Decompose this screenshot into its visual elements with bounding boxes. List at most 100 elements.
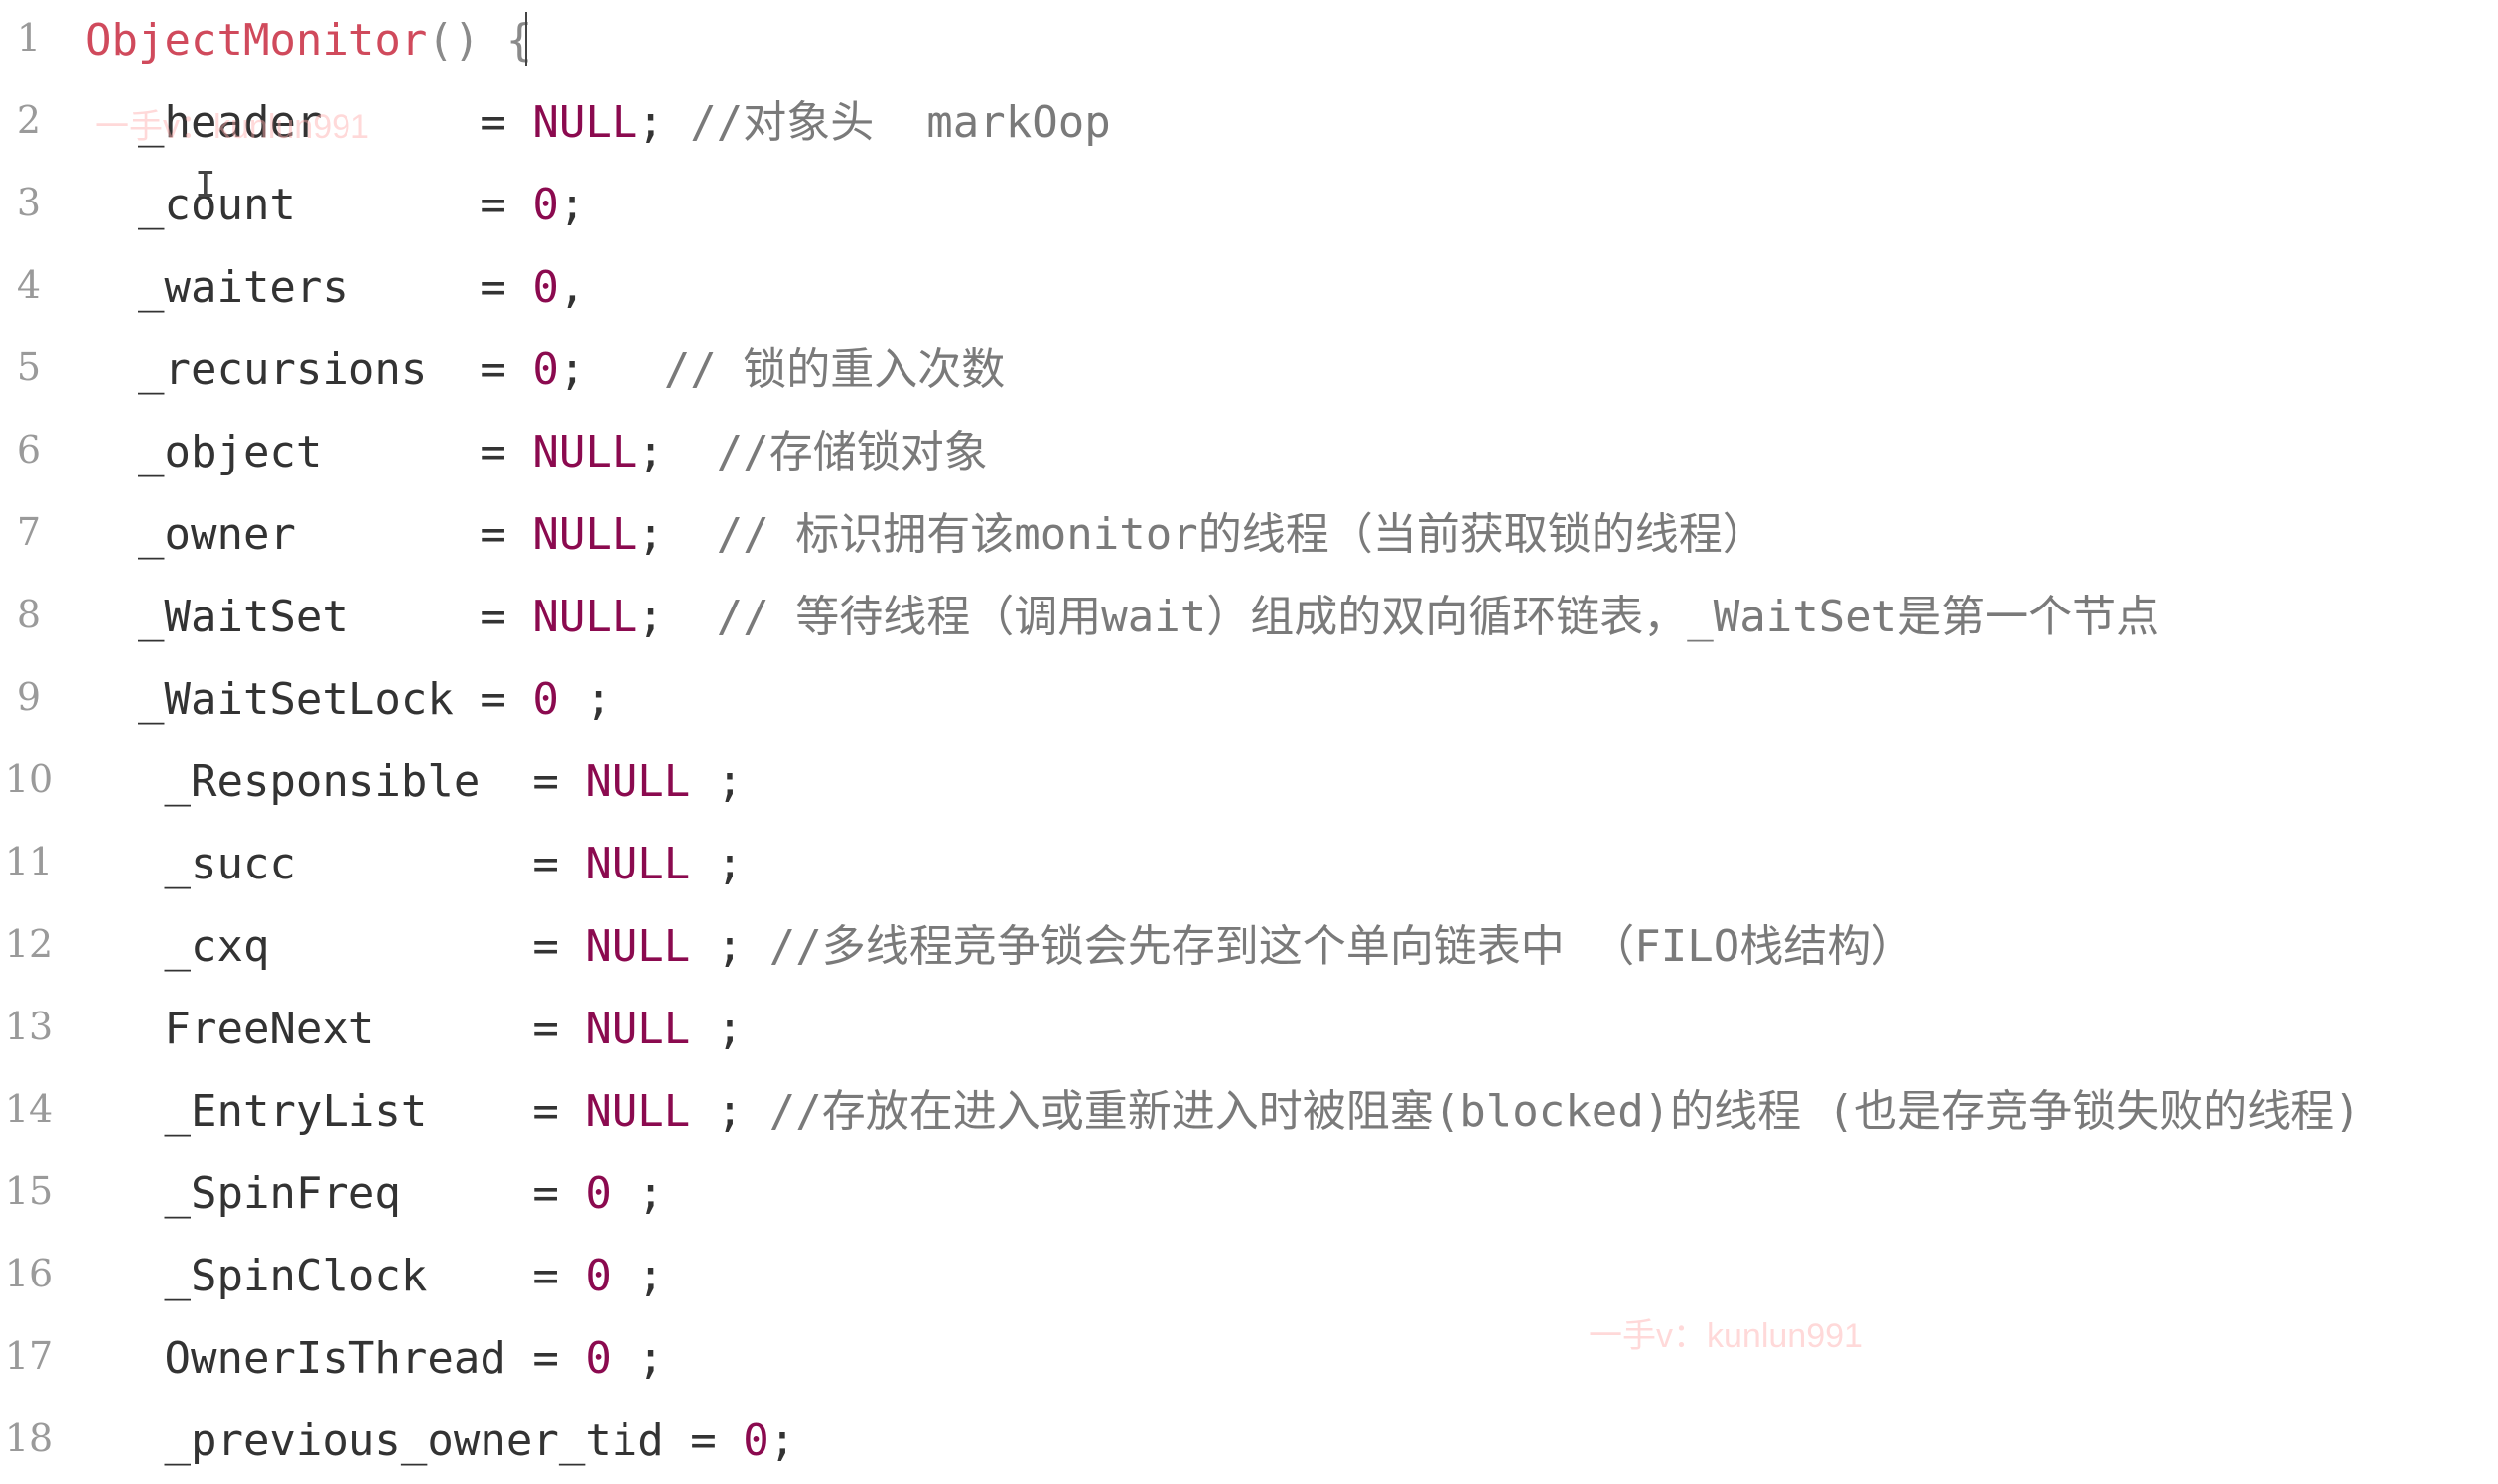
field-name: _cxq	[85, 921, 533, 972]
number-literal: 0	[532, 262, 559, 313]
number-literal: 0	[585, 1168, 612, 1219]
line-number: 16	[4, 1252, 54, 1295]
line-number: 13	[4, 1005, 54, 1048]
code-text: _SpinClock = 0 ;	[85, 1246, 664, 1307]
line-number: 10	[4, 757, 54, 801]
null-keyword: NULL	[585, 921, 691, 972]
field-name: _WaitSet	[85, 592, 481, 642]
null-keyword: NULL	[585, 1004, 691, 1054]
null-keyword: NULL	[532, 97, 638, 148]
line-number: 8	[16, 593, 42, 636]
code-text: OwnerIsThread = 0 ;	[85, 1328, 663, 1390]
line-number: 2	[16, 98, 42, 142]
code-line[interactable]: 7 _owner = NULL; // 标识拥有该monitor的线程（当前获取…	[0, 494, 2498, 578]
code-line[interactable]: 16 _SpinClock = 0 ;	[0, 1236, 2498, 1319]
field-name: _owner	[85, 509, 481, 560]
line-number: 4	[16, 263, 42, 307]
code-text: _recursions = 0; // 锁的重入次数	[85, 339, 1005, 401]
code-text: _previous_owner_tid = 0;	[85, 1411, 795, 1472]
operator: ;	[690, 839, 744, 889]
field-name: _Responsible	[85, 756, 533, 807]
code-editor[interactable]: 1 ObjectMonitor() { 2 _header = NULL; //对象…	[0, 0, 2498, 1481]
code-text: FreeNext = NULL ;	[85, 999, 743, 1060]
null-keyword: NULL	[585, 1086, 691, 1137]
operator: =	[532, 839, 586, 889]
code-line[interactable]: 15 _SpinFreq = 0 ;	[0, 1153, 2498, 1237]
line-number: 5	[16, 345, 42, 389]
code-line[interactable]: 17 OwnerIsThread = 0 ;	[0, 1318, 2498, 1402]
number-literal: 0	[532, 180, 559, 230]
field-name: _count	[85, 180, 481, 230]
code-text: _waiters = 0,	[85, 257, 585, 319]
operator: =	[532, 1086, 586, 1137]
code-line[interactable]: 10 _Responsible = NULL ;	[0, 742, 2498, 825]
code-text: _succ = NULL ;	[85, 834, 743, 895]
code-text: _Responsible = NULL ;	[85, 751, 743, 813]
code-text: _owner = NULL; // 标识拥有该monitor的线程（当前获取锁的…	[85, 504, 1766, 566]
field-name: _WaitSetLock	[85, 674, 481, 725]
code-line[interactable]: 1 ObjectMonitor() {	[0, 0, 2498, 83]
operator: =	[532, 1168, 586, 1219]
code-text: _cxq = NULL ; //多线程竞争锁会先存到这个单向链表中 （FILO栈…	[85, 916, 1914, 978]
code-line[interactable]: 18 _previous_owner_tid = 0;	[0, 1401, 2498, 1484]
comment: //对象头 markOop	[690, 97, 1111, 148]
number-literal: 0	[743, 1416, 769, 1466]
comment: // 锁的重入次数	[663, 344, 1006, 395]
code-text: ObjectMonitor() {	[85, 10, 532, 71]
operator: =	[480, 592, 533, 642]
code-line[interactable]: 11 _succ = NULL ;	[0, 824, 2498, 907]
operator: ;	[690, 756, 744, 807]
field-name: _recursions	[85, 344, 481, 395]
operator: ;	[768, 1416, 796, 1466]
line-number: 1	[16, 16, 42, 60]
code-line[interactable]: 2 _header = NULL; //对象头 markOop	[0, 82, 2498, 166]
line-number: 14	[4, 1087, 54, 1131]
operator: =	[480, 344, 533, 395]
operator: =	[532, 1251, 586, 1301]
field-name: _object	[85, 427, 481, 477]
field-name: _previous_owner_tid	[85, 1416, 691, 1466]
operator: ;	[558, 674, 612, 725]
number-literal: 0	[585, 1333, 612, 1384]
code-text: _EntryList = NULL ; //存放在进入或重新进入时被阻塞(blo…	[85, 1081, 2360, 1143]
line-number: 12	[4, 922, 54, 966]
operator: =	[690, 1416, 744, 1466]
code-line[interactable]: 4 _waiters = 0,	[0, 247, 2498, 331]
field-name: _EntryList	[85, 1086, 533, 1137]
mouse-ibeam-cursor-icon: I	[195, 165, 216, 205]
code-line[interactable]: 8 _WaitSet = NULL; // 等待线程（调用wait）组成的双向循…	[0, 577, 2498, 660]
field-name: _SpinClock	[85, 1251, 533, 1301]
comment: // 标识拥有该monitor的线程（当前获取锁的线程）	[716, 509, 1766, 560]
code-line[interactable]: 5 _recursions = 0; // 锁的重入次数	[0, 330, 2498, 413]
operator: =	[480, 427, 533, 477]
punctuation: () {	[427, 15, 533, 66]
code-line[interactable]: 12 _cxq = NULL ; //多线程竞争锁会先存到这个单向链表中 （FI…	[0, 906, 2498, 990]
line-number: 17	[4, 1334, 54, 1378]
operator: =	[480, 509, 533, 560]
operator: =	[480, 180, 533, 230]
watermark-bottom: 一手v：kunlun991	[1589, 1317, 1863, 1355]
code-line[interactable]: 6 _object = NULL; //存储锁对象	[0, 412, 2498, 495]
operator: =	[480, 674, 533, 725]
text-caret	[525, 12, 527, 66]
code-line[interactable]: 3 _count = 0; I	[0, 165, 2498, 248]
comment: //存储锁对象	[716, 427, 988, 477]
code-line[interactable]: 14 _EntryList = NULL ; //存放在进入或重新进入时被阻塞(…	[0, 1071, 2498, 1154]
comment: //多线程竞争锁会先存到这个单向链表中 （FILO栈结构）	[768, 921, 1915, 972]
null-keyword: NULL	[532, 427, 638, 477]
operator: ;	[611, 1251, 664, 1301]
number-literal: 0	[585, 1251, 612, 1301]
field-name: OwnerIsThread	[85, 1333, 533, 1384]
operator: =	[532, 1004, 586, 1054]
operator: ;	[690, 1086, 769, 1137]
code-line[interactable]: 9 _WaitSetLock = 0 ;	[0, 659, 2498, 742]
code-line[interactable]: 13 FreeNext = NULL ;	[0, 989, 2498, 1072]
operator: ;	[558, 344, 664, 395]
line-number: 18	[4, 1417, 54, 1460]
code-text: _WaitSetLock = 0 ;	[85, 669, 612, 731]
code-text: _WaitSet = NULL; // 等待线程（调用wait）组成的双向循环链…	[85, 587, 2159, 648]
code-text: _count = 0;	[85, 175, 585, 236]
operator: =	[532, 921, 586, 972]
operator: ;	[690, 1004, 744, 1054]
operator: =	[532, 756, 586, 807]
